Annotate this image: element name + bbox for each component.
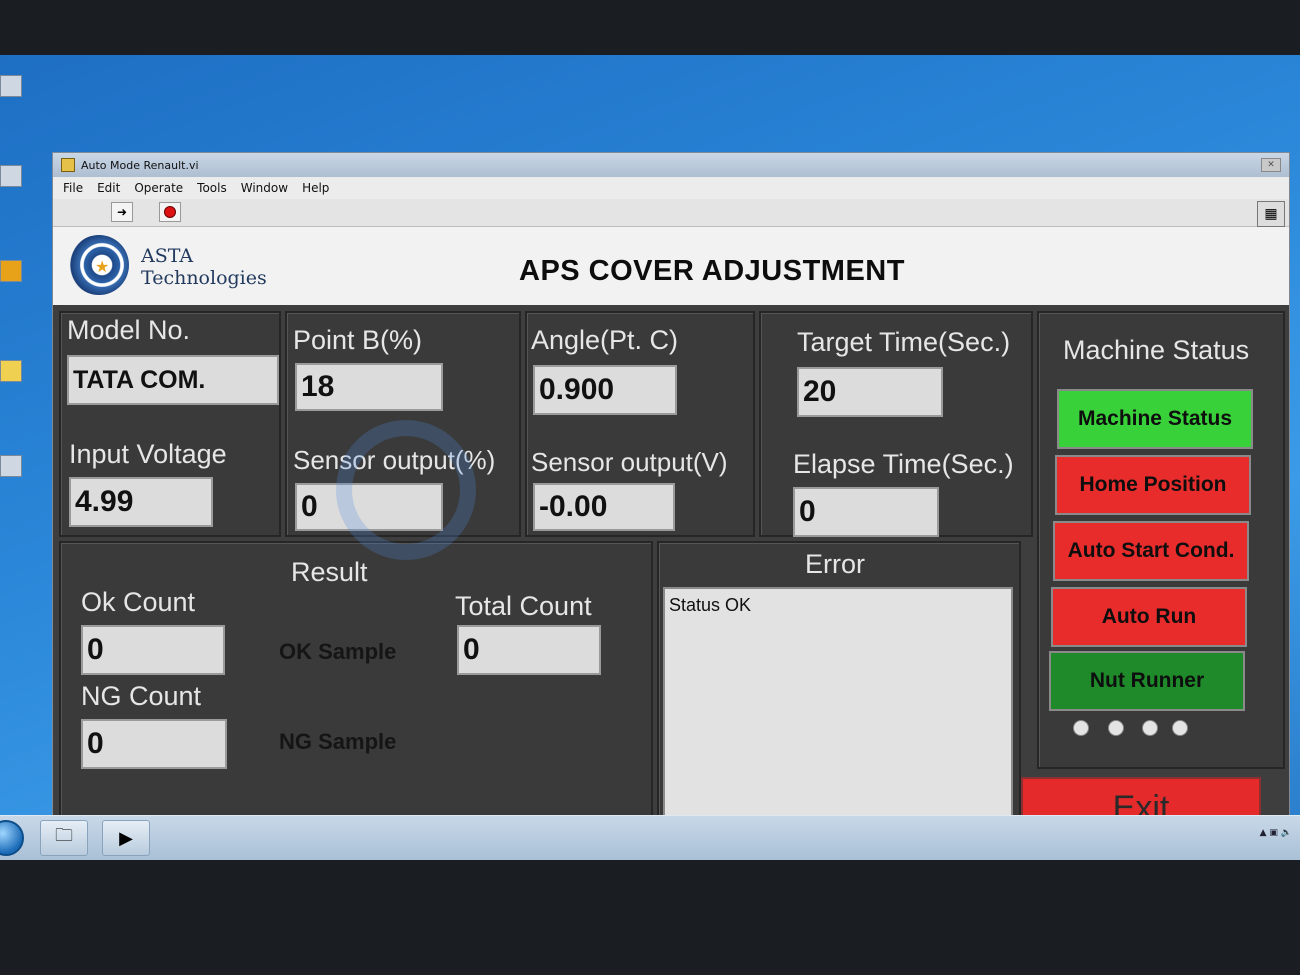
input-voltage-label: Input Voltage [69, 439, 227, 469]
model-no-field[interactable]: TATA COM. [67, 355, 279, 405]
elapse-time-label: Elapse Time(Sec.) [793, 449, 1014, 479]
menu-window[interactable]: Window [241, 181, 288, 195]
page-title: APS COVER ADJUSTMENT [519, 255, 905, 287]
ng-sample-indicator: NG Sample [279, 729, 397, 754]
total-count-label: Total Count [455, 591, 592, 621]
brand-line1: ASTA [141, 245, 194, 267]
total-count-field[interactable]: 0 [457, 625, 601, 675]
nut-runner-button[interactable]: Nut Runner [1049, 651, 1245, 711]
desktop: Auto Mode Renault.vi ✕ File Edit Operate… [0, 55, 1300, 860]
menu-help[interactable]: Help [302, 181, 329, 195]
home-position-button[interactable]: Home Position [1055, 455, 1251, 515]
angle-field[interactable]: 0.900 [533, 365, 677, 415]
explorer-taskbar-icon[interactable]: 🗀 [40, 820, 88, 856]
toolbar: ➜ ▦ [53, 199, 1289, 227]
target-time-label: Target Time(Sec.) [797, 327, 1011, 357]
ng-count-label: NG Count [81, 681, 202, 711]
system-tray: ▲ ▣ 🔈 [1259, 828, 1292, 838]
asta-watermark-logo [336, 420, 476, 560]
labview-taskbar-icon[interactable]: ▶ [102, 820, 150, 856]
taskbar: 🗀 ▶ ▲ ▣ 🔈 [0, 815, 1300, 860]
ok-count-field[interactable]: 0 [81, 625, 225, 675]
indicator-led [1108, 720, 1124, 736]
angle-label: Angle(Pt. C) [531, 325, 679, 355]
desktop-icon-computer[interactable] [0, 75, 42, 100]
error-title: Error [805, 549, 865, 579]
ng-count-field[interactable]: 0 [81, 719, 227, 769]
desktop-icon-labview[interactable] [0, 360, 42, 385]
run-arrow-icon[interactable]: ➜ [111, 202, 133, 222]
menu-file[interactable]: File [63, 181, 83, 195]
brand-line2: Technologies [141, 267, 267, 289]
close-icon[interactable]: ✕ [1261, 158, 1281, 172]
window-title: Auto Mode Renault.vi [81, 158, 199, 172]
header: ★ ASTA Technologies APS COVER ADJUSTMENT [53, 227, 1289, 305]
vi-icon [61, 158, 75, 172]
sensor-output-v-label: Sensor output(V) [531, 447, 728, 477]
input-voltage-field[interactable]: 4.99 [69, 477, 213, 527]
machine-status-button[interactable]: Machine Status [1057, 389, 1253, 449]
indicator-led [1142, 720, 1158, 736]
menu-edit[interactable]: Edit [97, 181, 120, 195]
labview-window: Auto Mode Renault.vi ✕ File Edit Operate… [52, 152, 1290, 842]
logo-star-icon: ★ [95, 257, 110, 276]
menu-tools[interactable]: Tools [197, 181, 227, 195]
elapse-time-field[interactable]: 0 [793, 487, 939, 537]
desktop-icon-software[interactable] [0, 455, 42, 480]
model-no-label: Model No. [67, 315, 191, 345]
menu-operate[interactable]: Operate [134, 181, 183, 195]
indicator-led [1073, 720, 1089, 736]
title-bar: Auto Mode Renault.vi ✕ [53, 153, 1289, 177]
target-time-field[interactable]: 20 [797, 367, 943, 417]
auto-run-button[interactable]: Auto Run [1051, 587, 1247, 647]
ok-sample-indicator: OK Sample [279, 639, 397, 664]
brand-name: ASTA Technologies [141, 245, 267, 289]
error-textbox[interactable]: Status OK [663, 587, 1013, 823]
point-b-label: Point B(%) [293, 325, 423, 355]
point-b-field[interactable]: 18 [295, 363, 443, 411]
desktop-icon-max[interactable] [0, 260, 42, 285]
ok-count-label: Ok Count [81, 587, 196, 617]
abort-stop-icon[interactable] [159, 202, 181, 222]
front-panel: Model No. TATA COM. Input Voltage 4.99 P… [53, 305, 1289, 841]
desktop-icon-recycle-bin[interactable] [0, 165, 42, 190]
start-button[interactable] [0, 820, 24, 856]
sensor-output-v-field[interactable]: -0.00 [533, 483, 675, 531]
result-title: Result [291, 557, 368, 587]
indicator-led [1172, 720, 1188, 736]
vi-connector-icon: ▦ [1257, 201, 1285, 227]
menu-bar: File Edit Operate Tools Window Help [53, 177, 1289, 199]
machine-status-title: Machine Status [1063, 335, 1250, 365]
auto-start-cond-button[interactable]: Auto Start Cond. [1053, 521, 1249, 581]
